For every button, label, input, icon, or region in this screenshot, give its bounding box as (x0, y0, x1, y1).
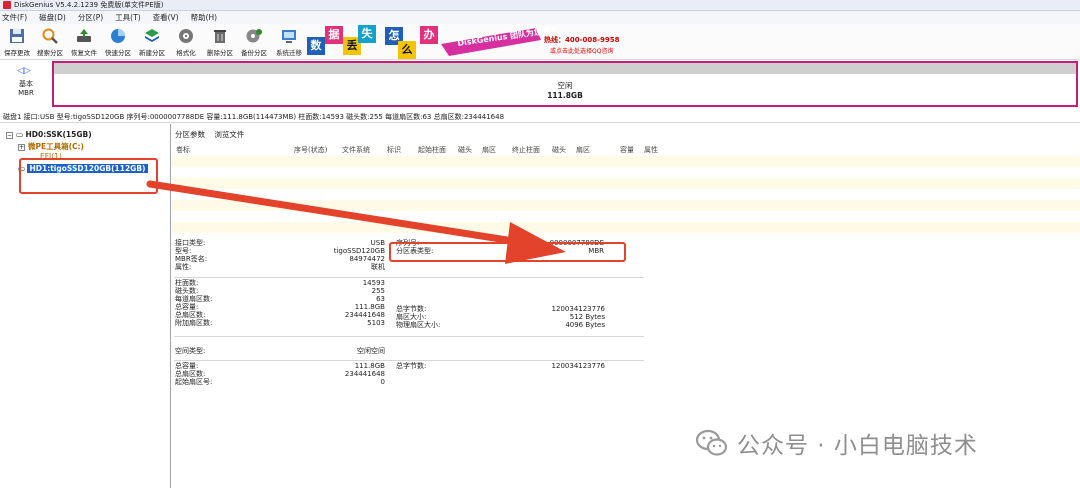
col-end-cyl[interactable]: 终止柱面 (512, 145, 540, 155)
partition-label: 空闲 (557, 81, 573, 90)
partition-list[interactable] (172, 156, 1080, 239)
menu-file[interactable]: 文件(F) (2, 12, 27, 23)
col-start-sector[interactable]: 扇区 (482, 145, 496, 155)
arrow-left-icon[interactable]: ◁ (17, 66, 24, 76)
col-end-head[interactable]: 磁头 (552, 145, 566, 155)
disk-nav-arrows[interactable]: ◁▷ (17, 66, 31, 76)
annotation-box-mbr (389, 242, 626, 262)
app-icon (3, 1, 11, 9)
detail-block-free-bytes: 总字节数: 120034123776 (396, 362, 605, 370)
collapse-icon[interactable]: − (6, 131, 13, 139)
tab-partition-params[interactable]: 分区参数 (175, 130, 205, 139)
col-end-sector[interactable]: 扇区 (576, 145, 590, 155)
disk-map: ◁▷ 基本 MBR 空闲 111.8GB (0, 60, 1080, 110)
menu-view[interactable]: 查看(V) (153, 12, 179, 23)
window-title: DiskGenius V5.4.2.1239 免费版(单文件PE版) (14, 1, 164, 9)
toolbar: 保存更改 搜索分区 恢复文件 快速分区 新建分区 格式化 删除分区 备份分区 系… (0, 24, 1080, 60)
col-attributes[interactable]: 属性 (644, 145, 658, 155)
col-start-cyl[interactable]: 起始柱面 (418, 145, 446, 155)
annotation-box-disk (19, 158, 158, 194)
column-header: 卷标 序号(状态) 文件系统 标识 起始柱面 磁头 扇区 终止柱面 磁头 扇区 … (172, 144, 1080, 155)
col-id[interactable]: 标识 (387, 145, 401, 155)
title-bar: DiskGenius V5.4.2.1239 免费版(单文件PE版) (0, 0, 1080, 11)
watermark: 公众号 · 小白电脑技术 (695, 425, 978, 461)
tree-item-hd0[interactable]: − ▭ HD0:SSK(15GB) (6, 130, 92, 139)
disk-type-label: 基本 MBR (18, 80, 34, 97)
free-space-block[interactable]: 空闲 111.8GB (52, 61, 1078, 107)
detail-block-bytes: 总字节数: 120034123776 扇区大小: 512 Bytes 物理扇区大小:… (396, 305, 605, 329)
menu-bar: 文件(F) 磁盘(D) 分区(P) 工具(T) 查看(V) 帮助(H) (0, 11, 1080, 24)
disk-info-bar: 磁盘1 接口:USB 型号:tigoSSD120GB 序列号:000000778… (0, 111, 1080, 123)
detail-block-geometry: 柱面数: 14593 磁头数: 255 每道扇区数: 63 总容量: 111.8GB 总… (175, 279, 385, 327)
promo-qq-link[interactable]: 或点击此处选择QQ咨询 (550, 46, 613, 55)
arrow-right-icon[interactable]: ▷ (24, 66, 31, 76)
detail-block-free-space: 总容量: 111.8GB 总扇区数: 234441648 起始扇区号: 0 (175, 362, 385, 386)
detail-block-space-type: 空间类型: 空闲空间 (175, 347, 385, 355)
menu-disk[interactable]: 磁盘(D) (39, 12, 66, 23)
menu-partition[interactable]: 分区(P) (78, 12, 103, 23)
promo-phone: 热线：400-008-9958 (544, 36, 620, 44)
tab-bar: 分区参数 浏览文件 (175, 129, 251, 140)
tree-item-pe[interactable]: + 微PE工具箱(C:) (18, 141, 84, 152)
col-capacity[interactable]: 容量 (620, 145, 634, 155)
promo-banner[interactable]: 数 据 丢 失 怎 么 办 DiskGenius 团队为您服务 热线：400-0… (0, 24, 1080, 60)
menu-help[interactable]: 帮助(H) (191, 12, 218, 23)
col-volume[interactable]: 卷标 (176, 145, 190, 155)
tab-browse-files[interactable]: 浏览文件 (214, 130, 244, 139)
promo-tile: 办 (420, 26, 438, 44)
promo-tile: 么 (398, 41, 416, 59)
watermark-text: 公众号 · 小白电脑技术 (737, 433, 978, 459)
detail-block-interface: 接口类型: USB 型号: tigoSSD120GB MBR签名: 84974472 … (175, 239, 385, 271)
expand-icon[interactable]: + (18, 143, 25, 151)
partition-size: 111.8GB (547, 91, 583, 100)
wechat-icon (695, 429, 728, 456)
promo-tile: 失 (358, 25, 376, 43)
promo-tile: 据 (325, 26, 343, 44)
col-start-head[interactable]: 磁头 (458, 145, 472, 155)
promo-tile: 数 (307, 37, 325, 55)
col-index[interactable]: 序号(状态) (294, 145, 327, 155)
col-filesystem[interactable]: 文件系统 (342, 145, 370, 155)
menu-tools[interactable]: 工具(T) (115, 12, 140, 23)
